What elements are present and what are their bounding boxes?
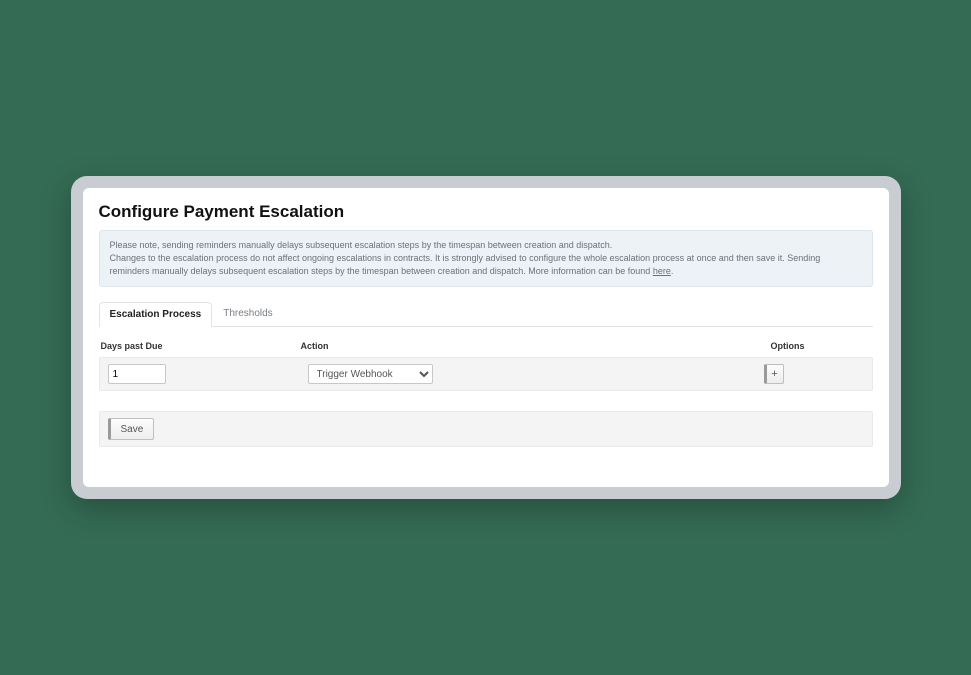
- cell-days: [108, 364, 308, 385]
- tabs: Escalation Process Thresholds: [99, 301, 873, 327]
- save-row: Save: [99, 411, 873, 447]
- window-content: Configure Payment Escalation Please note…: [83, 188, 889, 488]
- action-select[interactable]: Trigger Webhook: [308, 364, 433, 384]
- column-header-days: Days past Due: [101, 341, 301, 351]
- columns-header: Days past Due Action Options: [99, 337, 873, 357]
- info-line-2: Changes to the escalation process do not…: [110, 252, 862, 278]
- info-line-1: Please note, sending reminders manually …: [110, 239, 862, 252]
- cell-options: +: [764, 364, 864, 384]
- page-title: Configure Payment Escalation: [99, 202, 873, 222]
- window-frame: Configure Payment Escalation Please note…: [71, 176, 901, 500]
- tab-thresholds[interactable]: Thresholds: [212, 301, 283, 326]
- add-step-button[interactable]: +: [764, 364, 784, 384]
- save-button[interactable]: Save: [108, 418, 155, 440]
- escalation-row: Trigger Webhook +: [99, 357, 873, 392]
- info-box: Please note, sending reminders manually …: [99, 230, 873, 287]
- column-header-action: Action: [301, 341, 681, 351]
- days-past-due-input[interactable]: [108, 364, 166, 384]
- column-header-options: Options: [771, 341, 871, 351]
- tab-escalation-process[interactable]: Escalation Process: [99, 302, 213, 327]
- info-line-2a: Changes to the escalation process do not…: [110, 253, 821, 276]
- info-here-link[interactable]: here: [653, 266, 671, 276]
- cell-action: Trigger Webhook: [308, 364, 688, 385]
- info-line-2b: .: [671, 266, 674, 276]
